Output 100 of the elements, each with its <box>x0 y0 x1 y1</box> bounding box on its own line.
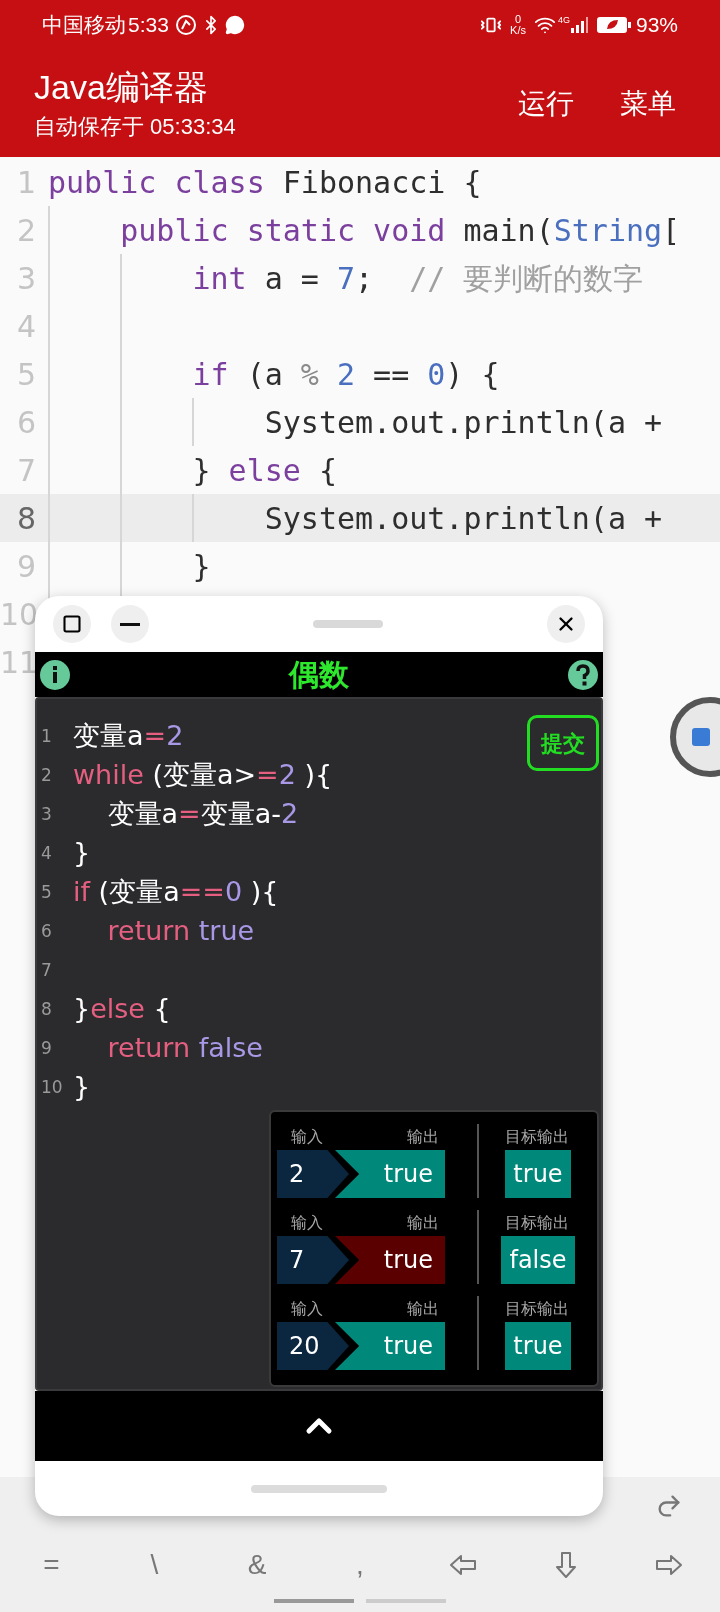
minus-icon <box>120 622 140 626</box>
maximize-button[interactable] <box>53 605 91 643</box>
puzzle-title: 偶数 <box>287 657 350 693</box>
code-token: [ <box>662 211 681 250</box>
code-token: } <box>192 547 211 586</box>
column-label: 输出 <box>407 1212 439 1234</box>
line-number: 3 <box>40 802 53 826</box>
line-number: 5 <box>40 880 53 904</box>
code-token: 7 <box>336 259 356 298</box>
code-token: System.out.println(a + <box>264 499 663 538</box>
test-output: true <box>335 1322 445 1370</box>
code-token: System.out.println(a + <box>264 403 663 442</box>
target-output: true <box>505 1150 571 1198</box>
battery-percent: 93% <box>635 12 678 39</box>
code-token: 2 <box>281 797 299 832</box>
code-token: 2 <box>166 719 184 754</box>
code-token: { <box>152 992 171 1027</box>
column-label: 输入 <box>291 1212 323 1234</box>
line-number: 9 <box>40 1036 53 1060</box>
code-token: } <box>73 836 91 871</box>
line-number: 10 <box>40 1075 64 1099</box>
toolbar-action[interactable]: 菜单 <box>620 82 676 125</box>
line-number: 1 <box>40 724 53 748</box>
keyboard-key[interactable]: \ <box>144 1544 165 1586</box>
code-token: public class <box>48 163 265 202</box>
code-token: false <box>197 1031 263 1066</box>
code-comment: // 要判断的数字 <box>408 259 644 298</box>
code-token: ){ <box>249 875 279 910</box>
column-label: 目标输出 <box>505 1212 569 1234</box>
info-icon[interactable] <box>39 658 71 691</box>
code-token: return <box>107 1031 191 1066</box>
net-speed: 0 <box>514 14 522 25</box>
code-token: } <box>73 1070 91 1105</box>
code-token: public static void <box>120 211 446 250</box>
column-label: 输入 <box>291 1298 323 1320</box>
line-number: 2 <box>40 763 53 787</box>
help-icon[interactable] <box>567 658 599 691</box>
code-token: } <box>73 992 91 1027</box>
column-label: 输出 <box>407 1298 439 1320</box>
battery-icon <box>595 15 632 35</box>
code-token: 变量a- <box>200 797 281 832</box>
carrier-name: 中国移动 <box>42 12 126 39</box>
code-token: ){ <box>303 758 333 793</box>
code-token: a = <box>263 259 320 298</box>
left-arrow-icon[interactable] <box>448 1553 477 1577</box>
column-label: 输入 <box>291 1126 323 1148</box>
autosave-status: 自动保存于 05:33:34 <box>34 112 237 141</box>
close-button[interactable] <box>547 605 585 643</box>
app-title: Java编译器 <box>34 66 209 108</box>
code-token: % <box>300 355 319 394</box>
keyboard-key[interactable]: , <box>350 1544 370 1586</box>
code-token: else <box>90 992 145 1027</box>
line-number: 8 <box>15 499 37 538</box>
keyboard-key[interactable]: & <box>241 1544 273 1586</box>
code-token: main( <box>462 211 554 250</box>
code-token: = <box>178 797 201 832</box>
net-speed-unit: K/s <box>510 25 526 36</box>
code-token: Fibonacci { <box>281 163 482 202</box>
code-token: 2 <box>278 758 296 793</box>
keyboard-key[interactable]: = <box>37 1544 66 1586</box>
test-output: true <box>335 1150 445 1198</box>
code-token: = <box>143 719 167 754</box>
code-token: == <box>372 355 411 394</box>
code-token: true <box>197 914 255 949</box>
code-token: 变量a <box>107 797 179 832</box>
column-label: 目标输出 <box>505 1126 569 1148</box>
code-token: String <box>553 211 663 250</box>
code-token: ) { <box>445 355 500 394</box>
code-token: 2 <box>335 355 356 394</box>
code-token: (变量a <box>97 875 180 910</box>
submit-button[interactable]: 提交 <box>527 715 599 771</box>
drag-handle[interactable] <box>313 620 383 628</box>
code-token: 变量a <box>73 719 144 754</box>
line-number: 7 <box>40 958 53 982</box>
code-token: } <box>192 451 212 490</box>
code-token: (变量a> <box>151 758 257 793</box>
network-type: 4G <box>557 14 570 27</box>
code-token: { <box>317 451 337 490</box>
code-token: return <box>107 914 191 949</box>
down-arrow-icon[interactable] <box>553 1551 578 1579</box>
code-token: (a <box>245 355 284 394</box>
chat-bubble-icon <box>224 15 245 35</box>
signal-icon <box>569 16 588 34</box>
square-icon <box>62 614 82 634</box>
code-token: if <box>73 875 90 910</box>
toolbar-action[interactable]: 运行 <box>518 82 574 125</box>
test-output: true <box>335 1236 445 1284</box>
code-token: int <box>192 259 247 298</box>
minimize-button[interactable] <box>111 605 149 643</box>
code-token: 0 <box>427 355 446 394</box>
right-arrow-icon[interactable] <box>654 1553 683 1577</box>
code-token: == <box>179 875 225 910</box>
code-token: else <box>228 451 301 490</box>
line-number: 4 <box>40 841 53 865</box>
clock: 5:33 <box>128 12 169 39</box>
target-output: false <box>501 1236 575 1284</box>
bottom-handle[interactable] <box>251 1484 387 1493</box>
code-token: = <box>256 758 279 793</box>
code-token: 0 <box>224 875 243 910</box>
column-label: 输出 <box>407 1126 439 1148</box>
